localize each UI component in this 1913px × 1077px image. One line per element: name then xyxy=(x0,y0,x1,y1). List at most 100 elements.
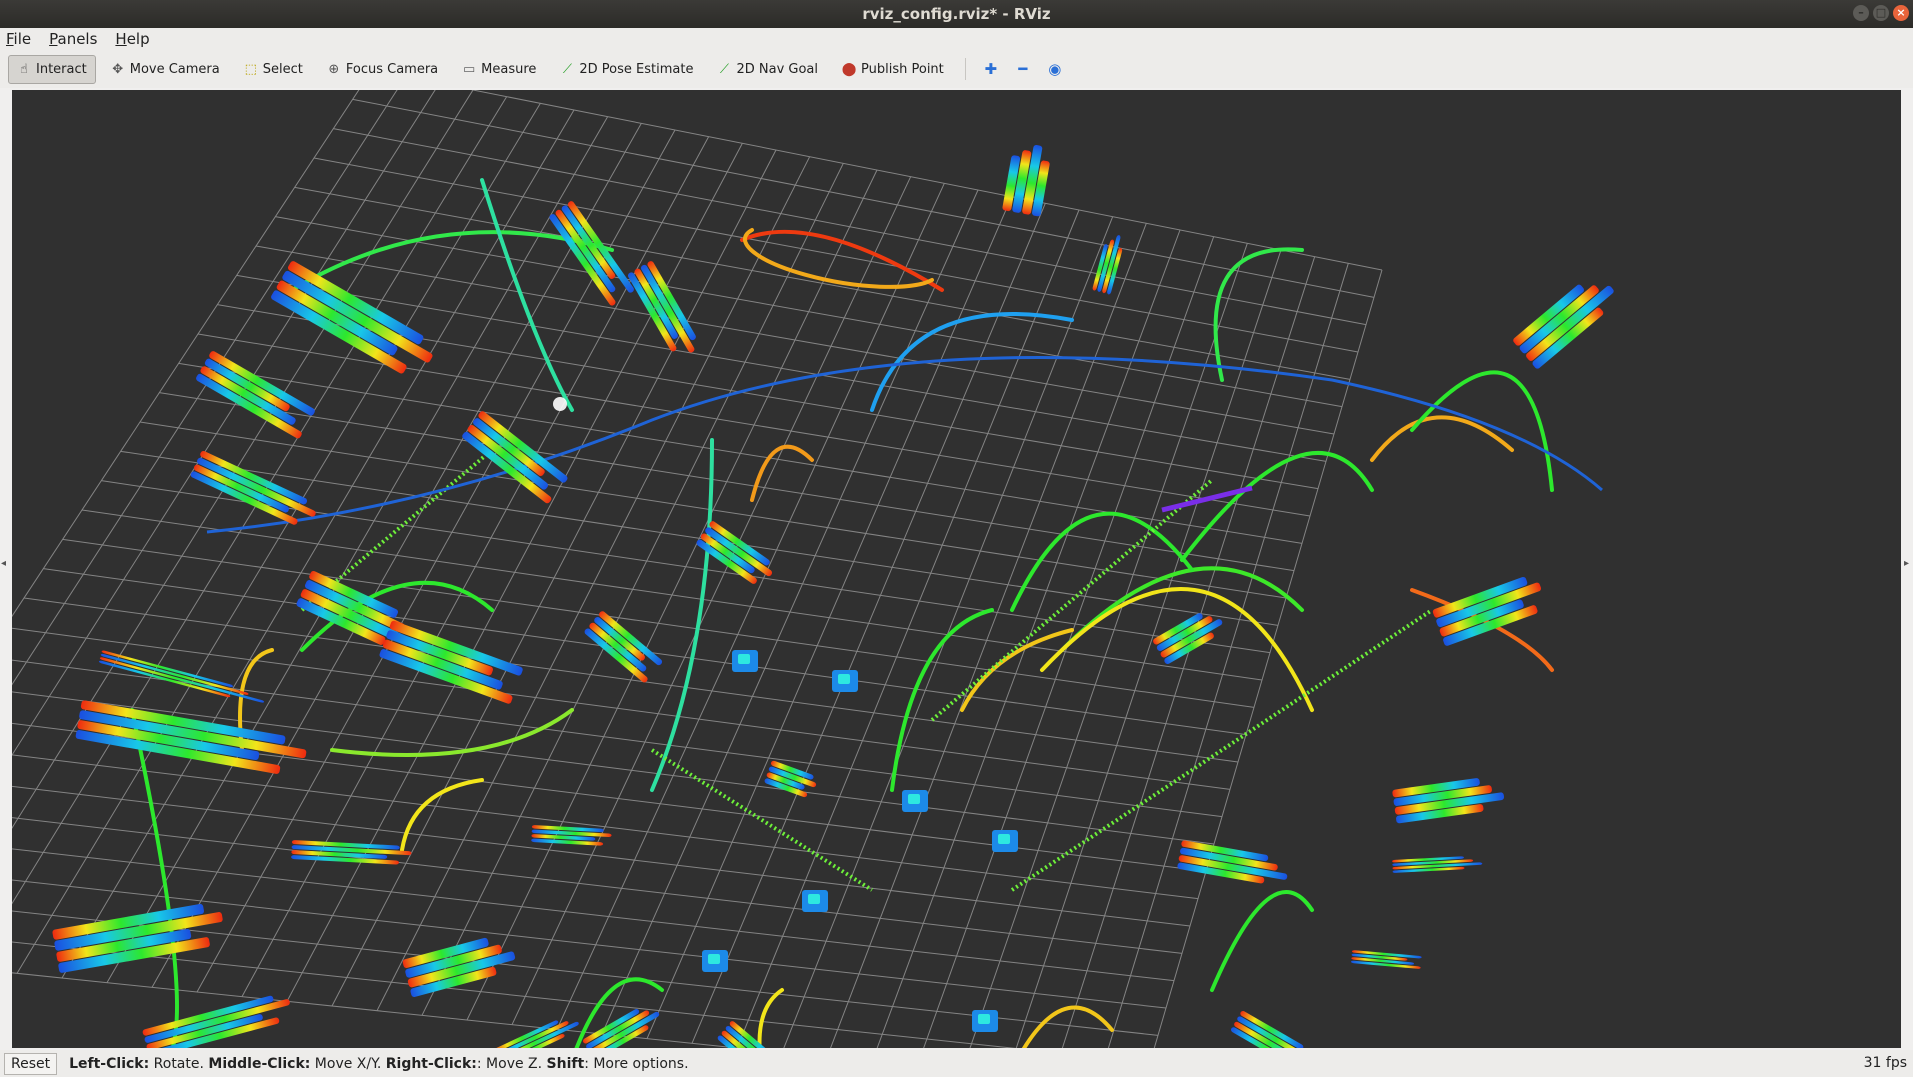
point-cloud-stripe xyxy=(98,660,231,698)
point-cloud-cluster xyxy=(1392,778,1505,824)
hand-icon: ☝ xyxy=(20,61,28,77)
tool-measure[interactable]: ▭ Measure xyxy=(453,55,545,84)
dotted-path xyxy=(650,748,874,892)
grid-line xyxy=(12,96,508,905)
trajectory-curve xyxy=(130,708,179,1048)
menu-file[interactable]: File xyxy=(6,30,31,48)
voxel-cluster-core xyxy=(808,894,820,904)
ruler-icon: ▭ xyxy=(462,61,476,77)
point-cloud-cluster xyxy=(142,995,290,1048)
close-button[interactable]: × xyxy=(1893,5,1909,21)
tool-interact[interactable]: ☝ Interact xyxy=(8,54,96,84)
tool-label: Interact xyxy=(36,61,87,77)
point-cloud-cluster xyxy=(1230,1011,1313,1048)
grid xyxy=(12,90,1383,1048)
point-cloud-cluster xyxy=(196,351,315,439)
tool-select[interactable]: ⬚ Select xyxy=(235,55,312,84)
tool-label: 2D Nav Goal xyxy=(736,61,819,77)
map-pin-icon: ⬤ xyxy=(841,61,857,77)
point-cloud-cluster xyxy=(549,201,634,306)
3d-scene xyxy=(12,90,1614,1048)
voxel-cluster-core xyxy=(978,1014,990,1024)
focus-camera-icon: ⊕ xyxy=(328,61,340,77)
point-cloud-cluster xyxy=(717,1021,777,1048)
trajectory-curve xyxy=(1180,451,1374,562)
point-cloud-stripe xyxy=(99,657,265,703)
point-cloud-cluster xyxy=(1350,950,1422,969)
menu-help[interactable]: Help xyxy=(115,30,149,48)
tool-publish-point[interactable]: ⬤ Publish Point xyxy=(833,55,953,84)
window-title: rviz_config.rviz* - RViz xyxy=(862,5,1051,23)
tool-label: Move Camera xyxy=(129,61,220,77)
dotted-path xyxy=(930,478,1214,722)
nav-goal-arrow-icon: ⟋ xyxy=(719,61,730,77)
tool-focus-camera[interactable]: ⊕ Focus Camera xyxy=(318,55,447,84)
remove-tool-icon[interactable]: ━ xyxy=(1010,56,1036,82)
select-icon: ⬚ xyxy=(244,61,257,77)
grid-line xyxy=(12,722,1207,872)
point-cloud-cluster xyxy=(531,825,612,846)
tool-2d-nav-goal[interactable]: ⟋ 2D Nav Goal xyxy=(708,55,827,84)
trajectory-curve xyxy=(1410,370,1554,492)
reset-button[interactable]: Reset xyxy=(4,1052,58,1075)
voxel-cluster-core xyxy=(708,954,720,964)
grid-line xyxy=(12,754,1199,900)
tool-2d-pose-estimate[interactable]: ⟋ 2D Pose Estimate xyxy=(551,55,702,84)
grid-line xyxy=(470,90,1383,271)
add-tool-icon[interactable]: ✚ xyxy=(978,56,1004,82)
grid-line xyxy=(736,209,1080,1048)
3d-render-viewport[interactable] xyxy=(12,90,1901,1048)
hint-text: : More options. xyxy=(584,1055,689,1072)
tool-label: Focus Camera xyxy=(345,61,439,77)
collapse-right-icon[interactable]: ▸ xyxy=(1904,558,1912,569)
menu-panels[interactable]: Panels xyxy=(49,30,97,48)
point-cloud-cluster xyxy=(764,760,817,798)
point-cloud-cluster xyxy=(291,840,412,865)
tool-label: Select xyxy=(262,61,303,77)
point-cloud-cluster xyxy=(1092,235,1123,295)
voxel-cluster-core xyxy=(908,794,920,804)
collapse-left-icon[interactable]: ◂ xyxy=(1,558,9,569)
grid-line xyxy=(830,223,1147,1048)
tool-label: Measure xyxy=(481,61,537,77)
voxel-cluster-core xyxy=(838,674,850,684)
point-cloud-cluster xyxy=(271,261,433,374)
trajectory-curve xyxy=(1370,415,1514,462)
grid-line xyxy=(12,691,1215,845)
view-options-icon[interactable]: ◉ xyxy=(1042,56,1068,82)
trajectory-curve xyxy=(890,608,994,792)
tool-label: Publish Point xyxy=(861,61,944,77)
grid-line xyxy=(12,90,360,618)
tool-move-camera[interactable]: ✥ Move Camera xyxy=(102,55,229,84)
point-cloud-cluster xyxy=(1153,613,1223,665)
voxel-cluster-core xyxy=(998,834,1010,844)
hint-text: Move X/Y. xyxy=(310,1055,386,1072)
move-camera-icon: ✥ xyxy=(112,61,124,77)
minimize-button[interactable]: – xyxy=(1853,5,1869,21)
trajectory-curve xyxy=(400,778,484,852)
grid-line xyxy=(1153,269,1383,1048)
pose-estimate-arrow-icon: ⟋ xyxy=(562,61,572,77)
trajectory-curve xyxy=(757,988,784,1048)
grid-line xyxy=(511,176,912,1025)
hint-key: Middle-Click: xyxy=(208,1055,311,1072)
maximize-button[interactable]: □ xyxy=(1873,5,1889,21)
point-cloud-cluster xyxy=(492,1020,579,1048)
point-cloud-cluster xyxy=(1513,284,1614,369)
focal-point-marker xyxy=(553,397,567,411)
grid-line xyxy=(876,229,1181,1048)
statusbar: Reset Left-Click: Rotate. Middle-Click: … xyxy=(0,1050,1913,1077)
trajectory-curve xyxy=(650,438,714,792)
toolbar-separator xyxy=(964,58,966,80)
purple-segment xyxy=(1161,485,1253,513)
point-cloud-cluster xyxy=(1432,576,1542,646)
tool-label: 2D Pose Estimate xyxy=(579,61,694,77)
hint-key: Left-Click: xyxy=(69,1055,150,1072)
mouse-hint: Left-Click: Rotate. Middle-Click: Move X… xyxy=(69,1056,688,1072)
point-cloud-cluster xyxy=(1392,856,1483,873)
point-cloud-stripe xyxy=(101,650,234,688)
hint-key: Shift xyxy=(546,1055,585,1072)
trajectory-curve xyxy=(1210,890,1314,992)
trajectory-curve xyxy=(742,228,934,289)
hint-text: : Move Z. xyxy=(476,1055,547,1072)
